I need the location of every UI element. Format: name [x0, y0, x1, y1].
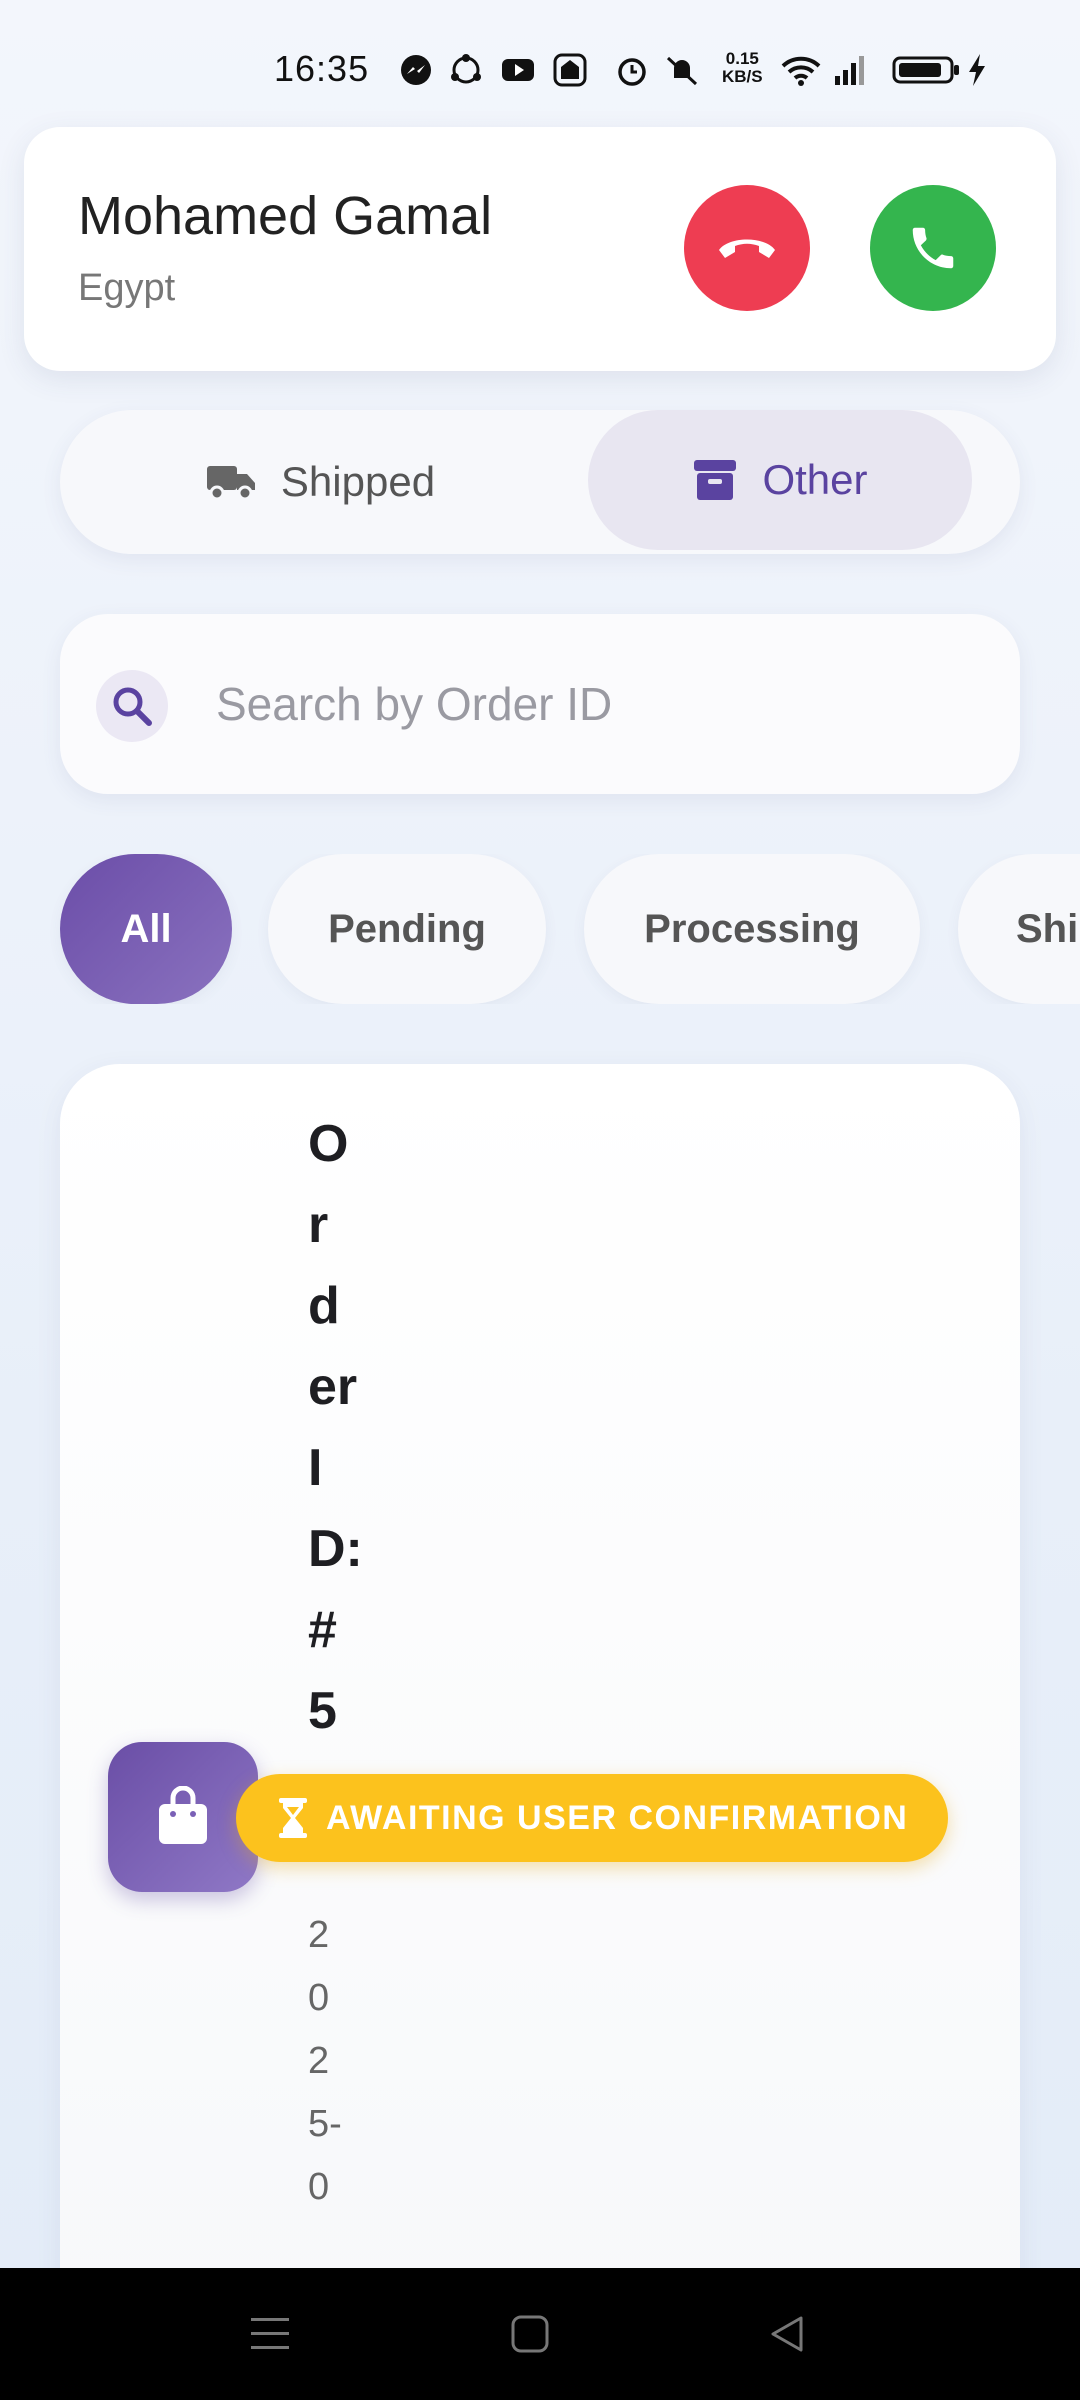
filter-chip-processing[interactable]: Processing [584, 854, 920, 1004]
caller-country: Egypt [78, 267, 176, 309]
tab-shipped[interactable]: Shipped [120, 410, 520, 554]
order-status-text: AWAITING USER CONFIRMATION [326, 1798, 909, 1837]
phone-icon [912, 227, 954, 269]
filter-chip-all[interactable]: All [60, 854, 232, 1004]
filter-chip-pending[interactable]: Pending [268, 854, 546, 1004]
wifi-icon [781, 56, 821, 86]
menu-icon[interactable] [244, 2308, 296, 2360]
decline-call-button[interactable] [684, 185, 810, 311]
messenger-icon [401, 55, 431, 85]
status-filter-chips: All Pending Processing Shi [0, 854, 1080, 1004]
tab-shipped-label: Shipped [280, 458, 436, 505]
home-icon[interactable] [504, 2308, 556, 2360]
order-type-tabs: Shipped Other [60, 410, 1020, 554]
search-icon [96, 670, 168, 742]
status-time: 16:35 [274, 48, 370, 89]
filter-chip-shipped[interactable]: Shi [958, 854, 1080, 1004]
app-icon [553, 53, 587, 87]
tab-other[interactable]: Other [588, 410, 972, 550]
charging-icon [969, 54, 985, 86]
alarm-icon [618, 58, 646, 86]
network-speed-unit: KB/S [722, 67, 763, 86]
sync-icon [451, 54, 481, 84]
hourglass-icon [279, 1798, 307, 1838]
search-input[interactable] [216, 654, 976, 754]
incoming-call-card: Mohamed Gamal Egypt [24, 127, 1056, 371]
order-id: Order ID: #5 [308, 1115, 363, 1740]
system-nav-bar [0, 2268, 1080, 2400]
archive-icon [694, 460, 737, 500]
shopping-bag-icon [159, 1786, 207, 1844]
youtube-icon [502, 59, 534, 81]
tab-other-label: Other [762, 456, 868, 503]
accept-call-button[interactable] [870, 185, 996, 311]
order-search-bar [60, 614, 1020, 794]
order-date: 2025-0 [308, 1914, 342, 2208]
caller-name: Mohamed Gamal [78, 186, 493, 246]
truck-icon [206, 466, 255, 501]
status-bar: 16:35 0.15 KB/S [0, 0, 1080, 120]
network-speed: 0.15 KB/S [722, 50, 763, 86]
back-icon[interactable] [762, 2308, 814, 2360]
network-speed-value: 0.15 [725, 49, 759, 68]
mute-icon [666, 56, 698, 86]
order-card[interactable]: Order ID: #5 2025-0 [60, 1064, 1020, 2364]
signal-icon [835, 56, 864, 85]
battery-icon [892, 56, 959, 84]
hang-up-icon [719, 239, 775, 258]
order-status-badge: AWAITING USER CONFIRMATION [236, 1774, 948, 1862]
